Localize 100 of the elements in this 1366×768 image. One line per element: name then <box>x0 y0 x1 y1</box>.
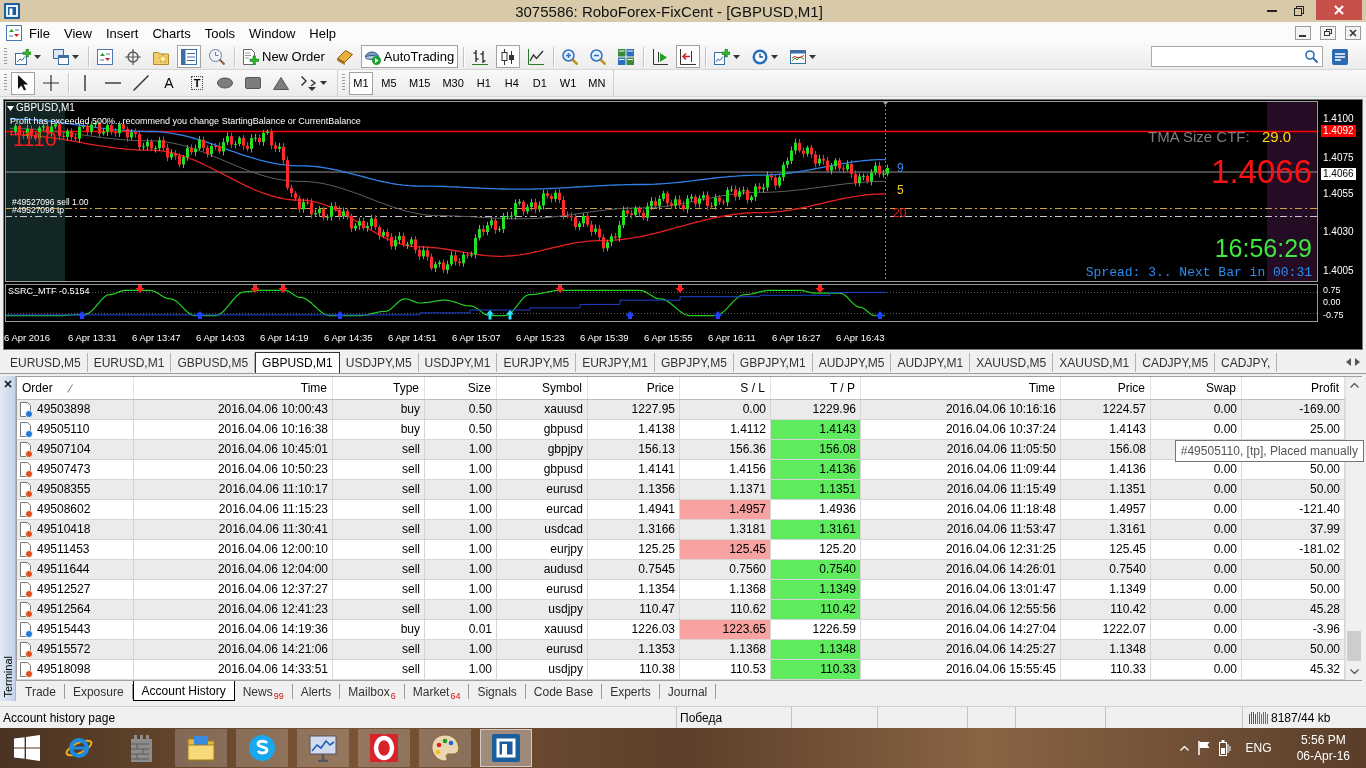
table-cell: 1.00 <box>425 440 497 459</box>
caret-icon[interactable] <box>72 54 79 59</box>
chart-tab[interactable]: EURJPY,M1 <box>576 353 655 372</box>
toolbar-button[interactable]: New Order <box>239 45 329 68</box>
timeframe-button[interactable]: M30 <box>438 71 468 95</box>
timeframe-button[interactable]: M15 <box>405 71 435 95</box>
toolbar-button[interactable]: AutoTrading <box>360 45 459 68</box>
document-plus-icon[interactable] <box>243 48 259 65</box>
caret-icon[interactable] <box>34 54 41 59</box>
terminal-tab[interactable]: Experts <box>602 684 660 699</box>
ring-icon[interactable] <box>370 734 398 762</box>
timeframe-button[interactable]: H1 <box>471 71 496 95</box>
chart-tab[interactable]: EURUSD,M5 <box>4 353 88 372</box>
close-button[interactable] <box>1316 0 1362 20</box>
chart-tab[interactable]: EURJPY,M5 <box>497 353 577 372</box>
menu-item[interactable]: File <box>22 23 57 43</box>
arrows-icon[interactable] <box>301 75 317 91</box>
language-indicator[interactable]: ENG <box>1245 741 1272 755</box>
close-icon[interactable] <box>1345 26 1361 40</box>
caret-right-icon[interactable] <box>1355 357 1360 366</box>
toolbar-button[interactable]: T <box>185 71 209 95</box>
clock-icon[interactable] <box>752 48 769 65</box>
taskbar-button[interactable] <box>297 729 349 767</box>
caret-down-icon[interactable] <box>1349 669 1359 674</box>
chart-tab[interactable]: XAUUSD,M5 <box>970 353 1054 372</box>
scrollbar-thumb[interactable] <box>1347 631 1361 661</box>
clock-date[interactable]: 06-Apr-16 <box>1296 748 1350 764</box>
sort-icon[interactable] <box>66 383 73 393</box>
caret-icon[interactable] <box>733 54 741 59</box>
caret-icon[interactable] <box>320 81 327 85</box>
chart-tab[interactable]: EURUSD,M1 <box>87 353 172 372</box>
menu-item[interactable]: Tools <box>197 23 243 43</box>
search-icon[interactable] <box>1305 50 1318 63</box>
chart-tab[interactable]: XAUUSD,M1 <box>1053 353 1137 372</box>
terminal-tab[interactable]: Exposure <box>64 684 133 699</box>
restore-icon[interactable] <box>1293 6 1304 16</box>
timeframe-button[interactable]: M5 <box>377 71 401 95</box>
terminal-tab[interactable]: Alerts <box>292 684 341 699</box>
minimize-icon[interactable] <box>1266 10 1277 12</box>
chart-tab[interactable]: CADJPY, <box>1215 353 1278 372</box>
taskbar-button[interactable] <box>236 729 288 767</box>
chart-window-icon[interactable] <box>6 25 22 41</box>
monitor-chart-icon[interactable] <box>309 734 337 762</box>
menu-item[interactable]: Help <box>302 23 344 43</box>
template-icon[interactable] <box>790 48 807 65</box>
minimize-icon[interactable] <box>1295 26 1311 40</box>
chart-tab[interactable]: GBPJPY,M1 <box>733 353 813 372</box>
menu-item[interactable]: View <box>56 23 99 43</box>
taskbar-button[interactable] <box>419 729 471 767</box>
windows-icon[interactable] <box>53 48 69 65</box>
caret-icon[interactable] <box>771 54 779 59</box>
toolbar-button[interactable]: A <box>157 71 181 95</box>
timeframe-button[interactable]: W1 <box>555 71 581 95</box>
restore-icon[interactable] <box>1320 26 1336 40</box>
folder-icon[interactable] <box>187 734 215 762</box>
toolbar-grip[interactable] <box>4 47 7 66</box>
terminal-tab[interactable]: Account History <box>132 681 235 701</box>
table-cell: 1224.57 <box>1061 400 1151 419</box>
chart-tab[interactable]: AUDJPY,M5 <box>812 353 892 372</box>
chat-logo-icon[interactable] <box>248 734 276 762</box>
terminal-tab[interactable]: Journal <box>659 684 717 699</box>
chart-tab[interactable]: AUDJPY,M1 <box>891 353 971 372</box>
menu-item[interactable]: Window <box>242 23 303 43</box>
taskbar-button[interactable] <box>358 729 410 767</box>
square-logo-icon[interactable] <box>492 734 520 762</box>
terminal-tab[interactable]: Signals <box>469 684 526 699</box>
timeframe-button[interactable]: H4 <box>499 71 524 95</box>
menu-item[interactable]: Insert <box>98 23 146 43</box>
battery-icon[interactable] <box>1218 740 1231 756</box>
time-label: 6 Apr 15:39 <box>580 332 629 343</box>
table-cell-text: 49507104 <box>37 441 91 458</box>
chart-plus-icon[interactable] <box>714 48 731 65</box>
timeframe-button[interactable]: M1 <box>349 71 373 95</box>
toolbar-grip[interactable] <box>4 74 7 92</box>
timeframe-button[interactable]: MN <box>584 71 610 95</box>
play-badge-icon[interactable] <box>364 48 381 65</box>
toolbar-grip[interactable] <box>342 74 345 92</box>
clock-time[interactable]: 5:56 PM <box>1300 732 1346 748</box>
caret-up-icon[interactable] <box>1349 383 1359 388</box>
timeframe-button[interactable]: D1 <box>527 71 552 95</box>
chart-plus-icon[interactable] <box>15 48 31 65</box>
caret-left-icon[interactable] <box>1346 357 1351 366</box>
menu-item[interactable]: Charts <box>145 23 198 43</box>
chart-tab[interactable]: USDJPY,M1 <box>418 353 498 372</box>
flag-icon[interactable] <box>1197 741 1210 755</box>
palette-icon[interactable] <box>431 734 459 762</box>
list-tile-icon[interactable] <box>1332 48 1348 65</box>
terminal-tab[interactable]: Code Base <box>525 684 603 699</box>
chart-tab[interactable]: GBPUSD,M1 <box>255 352 340 373</box>
chart-tab[interactable]: USDJPY,M5 <box>339 353 419 372</box>
windows-logo-icon[interactable] <box>13 735 40 761</box>
close-icon[interactable] <box>3 380 12 388</box>
search-field[interactable] <box>1151 46 1323 67</box>
taskbar-button[interactable] <box>480 729 532 767</box>
signal-bars-icon <box>1249 711 1268 724</box>
taskbar-button[interactable] <box>175 729 227 767</box>
chart-tab[interactable]: CADJPY,M5 <box>1136 353 1216 372</box>
terminal-tab[interactable]: Trade <box>17 684 65 699</box>
caret-icon[interactable] <box>809 54 817 59</box>
chart-tab[interactable]: GBPJPY,M5 <box>655 353 734 372</box>
